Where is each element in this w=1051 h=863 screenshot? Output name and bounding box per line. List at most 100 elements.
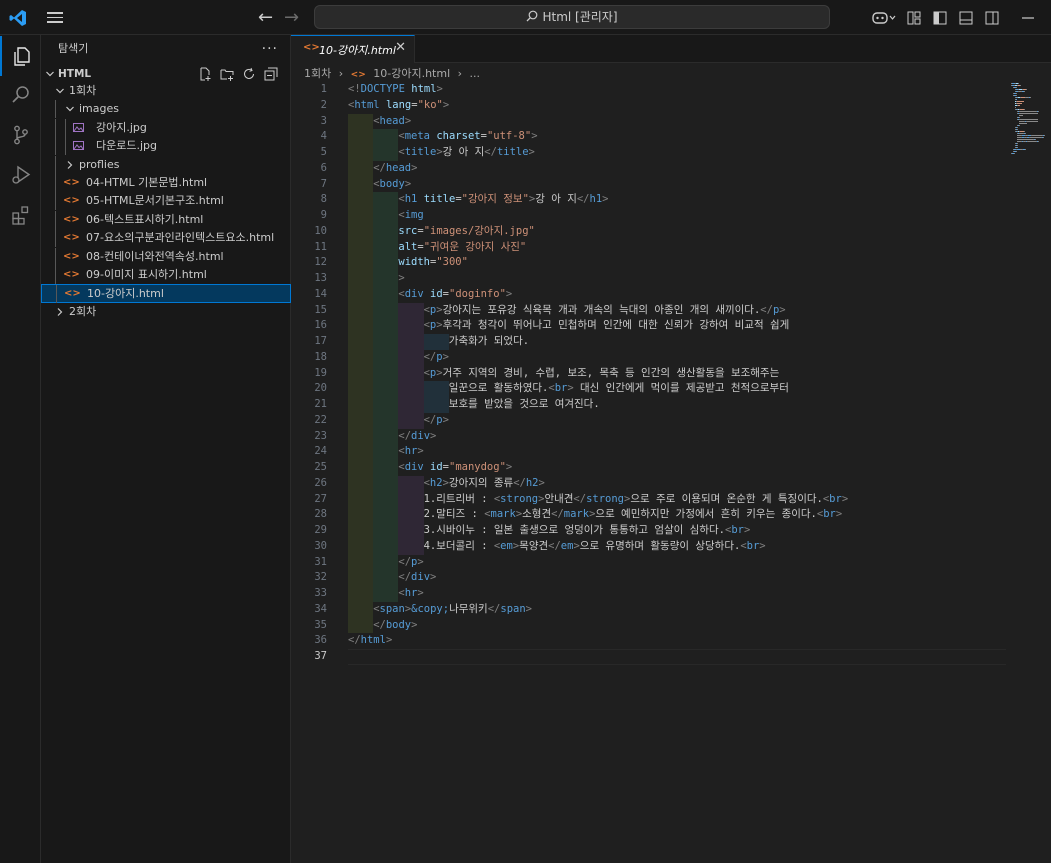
indent-rainbow	[398, 381, 424, 397]
line-number: 5	[320, 146, 327, 158]
code-token: "300"	[436, 256, 468, 269]
code-token: >	[505, 287, 513, 300]
tree-file[interactable]: <> 07-요소의구분과인라인텍스트요소.html	[41, 229, 291, 248]
line-number: 15	[314, 303, 327, 316]
tree-file[interactable]: <> 09-이미지 표시하기.html	[41, 265, 291, 284]
code-token: 강 아 지	[535, 193, 577, 206]
toggle-secondary-sidebar-icon[interactable]	[979, 0, 1005, 35]
code-token: charset	[436, 130, 481, 143]
collapse-all-icon[interactable]	[263, 66, 279, 82]
indent-rainbow	[348, 412, 374, 429]
code-token: br	[554, 382, 568, 395]
extensions-icon[interactable]	[0, 195, 41, 235]
indent-rainbow	[373, 507, 399, 523]
line-number: 21	[314, 398, 327, 410]
code-token: </	[348, 634, 361, 647]
customize-layout-icon[interactable]	[901, 0, 927, 35]
code-token: title	[496, 146, 529, 158]
tree-file[interactable]: <> 06-텍스트표시하기.html	[41, 210, 291, 229]
refresh-icon[interactable]	[241, 66, 257, 82]
tree-folder[interactable]: proflies	[41, 155, 291, 174]
code-token: 목양견	[519, 539, 549, 552]
tree-folder[interactable]: images	[41, 100, 291, 119]
forward-arrow-icon[interactable]: →	[284, 7, 299, 28]
search-view-icon[interactable]	[0, 75, 41, 115]
run-debug-icon[interactable]	[0, 155, 41, 195]
tree-file[interactable]: <> 05-HTML문서기본구조.html	[41, 192, 291, 211]
workspace-section-header[interactable]: HTML	[41, 64, 291, 84]
menu-icon[interactable]	[46, 9, 64, 25]
code-token: 으로 주로 이용되며 온순한 게 특징이다.	[630, 492, 823, 505]
code-line: 일꾼으로 활동하였다.<br> 대신 인간에게 먹이를 제공받고 천적으로부터	[449, 381, 789, 397]
breadcrumb-symbol[interactable]: ...	[470, 67, 481, 80]
new-file-icon[interactable]	[197, 66, 213, 82]
tree-file[interactable]: 다운로드.jpg	[41, 137, 291, 156]
explorer-icon[interactable]	[0, 36, 41, 76]
code-editor[interactable]: 1 <!DOCTYPE html> 2 <html lang="ko"> 3 <head>…	[291, 81, 1009, 863]
code-token: title	[404, 146, 437, 158]
html-file-icon: <>	[63, 176, 80, 188]
code-line: <div id="doginfo">	[398, 287, 512, 303]
command-center-search[interactable]: Html [관리자]	[314, 5, 830, 29]
minimap-mark	[1017, 101, 1024, 102]
close-icon[interactable]: ✕	[395, 40, 406, 55]
tree-file[interactable]: <> 08-컨테이너와전역속성.html	[41, 247, 291, 266]
copilot-icon[interactable]	[867, 0, 901, 35]
more-actions-icon[interactable]: ···	[262, 41, 278, 57]
code-token: >	[743, 524, 751, 536]
indent-rainbow	[398, 302, 424, 319]
indent-guide	[55, 100, 56, 119]
minimap[interactable]	[1009, 81, 1051, 181]
minimap-mark	[1019, 125, 1020, 126]
minimap-mark	[1019, 123, 1027, 124]
html-file-icon: <>	[63, 213, 80, 225]
search-label: Html [관리자]	[542, 10, 618, 24]
new-folder-icon[interactable]	[219, 66, 235, 82]
code-token: </	[373, 618, 386, 631]
indent-rainbow	[373, 444, 399, 460]
minimize-icon[interactable]	[1005, 0, 1051, 35]
tree-file[interactable]: <> 10-강아지.html	[41, 284, 291, 304]
code-token: 일꾼으로 활동하였다.	[448, 382, 549, 395]
code-line: <head>	[373, 114, 411, 130]
tree-item-label: 07-요소의구분과인라인텍스트요소.html	[86, 231, 275, 245]
editor-area: <> 10-강아지.html ✕ 1회차 › <> 10-강아지.html › …	[291, 35, 1051, 863]
toggle-panel-icon[interactable]	[953, 0, 979, 35]
minimap-mark	[1017, 145, 1018, 146]
tree-file[interactable]: 강아지.jpg	[41, 118, 291, 137]
indent-rainbow	[373, 491, 399, 508]
html-file-icon: <>	[63, 195, 80, 207]
tree-folder[interactable]: 1회차	[41, 82, 291, 100]
code-token: <!	[348, 83, 361, 95]
code-line: <html lang="ko">	[348, 98, 449, 114]
line-number: 30	[314, 539, 327, 552]
indent-rainbow	[348, 286, 374, 303]
indent-rainbow	[398, 412, 424, 429]
tree-item-label: 10-강아지.html	[87, 287, 164, 301]
code-token: 4.보더콜리 :	[423, 539, 494, 552]
source-control-icon[interactable]	[0, 115, 41, 155]
code-line: </body>	[373, 618, 417, 634]
breadcrumb-folder[interactable]: 1회차	[304, 67, 331, 80]
tree-file[interactable]: <> 04-HTML 기본문법.html	[41, 173, 291, 192]
html-file-icon: <>	[303, 42, 320, 53]
indent-rainbow	[373, 208, 399, 224]
line-number: 31	[314, 555, 327, 568]
editor-tab-active[interactable]: <> 10-강아지.html ✕	[291, 35, 415, 63]
code-token: body	[385, 618, 412, 631]
line-number: 24	[314, 445, 327, 458]
code-token: >	[411, 618, 418, 631]
tree-item-label: 1회차	[69, 84, 97, 97]
tree-item-label: 04-HTML 기본문법.html	[86, 175, 208, 189]
tree-folder[interactable]: 2회차	[41, 303, 291, 321]
indent-rainbow	[348, 349, 374, 366]
indent-rainbow	[373, 460, 399, 476]
minimap-mark	[1016, 151, 1017, 152]
back-arrow-icon[interactable]: ←	[258, 7, 273, 28]
line-number: 26	[314, 476, 327, 489]
code-token: mark	[563, 508, 590, 521]
minimap-mark	[1028, 141, 1036, 142]
toggle-primary-sidebar-icon[interactable]	[927, 0, 953, 35]
breadcrumb-file[interactable]: 10-강아지.html	[373, 67, 450, 80]
indent-rainbow	[348, 444, 374, 460]
